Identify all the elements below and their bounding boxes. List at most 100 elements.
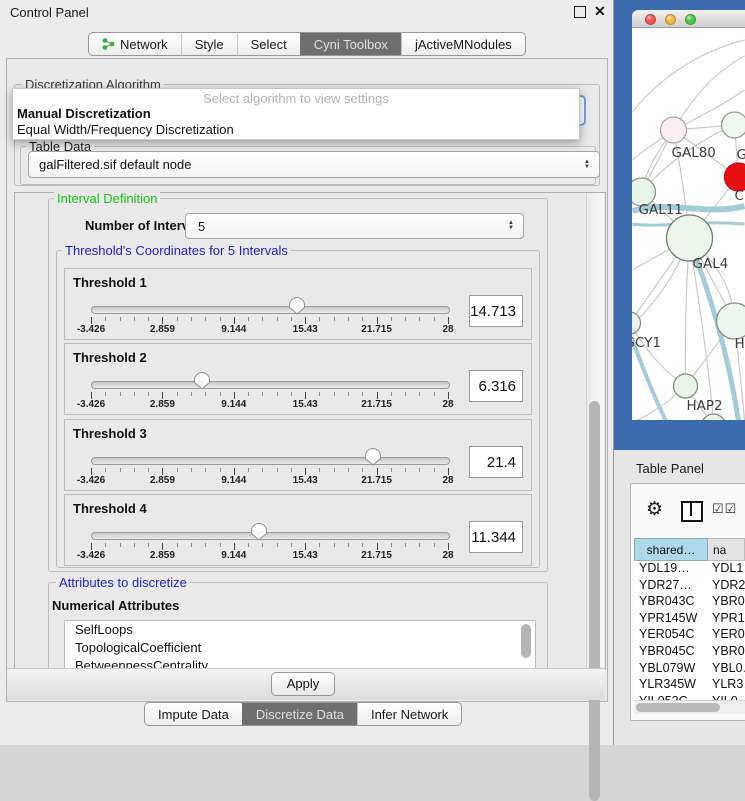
tab-style[interactable]: Style [181,32,237,56]
bottom-tab-bar: Impute Data Discretize Data Infer Network [144,702,462,726]
table-row[interactable]: YER054CYER0… [634,627,745,644]
dropdown-option-equal-width[interactable]: Equal Width/Frequency Discretization [17,122,234,137]
network-node[interactable] [717,303,745,339]
panel-title: Control Panel [10,5,89,20]
slider-tick-label: 28 [442,475,453,486]
mac-close-button[interactable] [645,14,656,25]
algorithm-dropdown-popup: Select algorithm to view settings Manual… [12,88,580,140]
gear-icon[interactable]: ⚙ [646,498,663,521]
table-panel-title: Table Panel [636,461,704,476]
tab-cyni-toolbox[interactable]: Cyni Toolbox [300,32,401,56]
table-data-combobox[interactable]: galFiltered.sif default node ▲▼ [28,151,600,178]
slider-minor-tick [405,317,406,321]
slider-minor-tick [262,468,263,472]
slider-track[interactable] [91,381,450,389]
slider-track[interactable] [91,457,450,465]
slider-minor-tick [334,543,335,547]
table-row[interactable]: YDR27…YDR2… [634,578,745,595]
numerical-attributes-list[interactable]: SelfLoopsTopologicalCoefficientBetweenne… [64,620,536,669]
columns-icon[interactable] [681,501,703,522]
combo-arrows-icon: ▲▼ [584,160,590,170]
tab-network[interactable]: Network [88,32,181,56]
algorithm-placeholder: Select algorithm to view settings [13,91,579,106]
cell-name: YDR2… [708,578,745,595]
network-node[interactable] [674,374,698,398]
slider-minor-tick [262,317,263,321]
mac-zoom-button[interactable] [685,14,696,25]
control-panel: Control Panel ✕ NetworkStyleSelect Cyni T… [0,0,614,745]
checkboxes-icon[interactable]: ☑☑ [712,501,737,517]
vertical-scrollbar[interactable] [586,193,604,667]
apply-button[interactable]: Apply [271,672,335,696]
network-node[interactable] [632,312,641,334]
slider-minor-tick [391,317,392,321]
slider-minor-tick [191,468,192,472]
slider-major-tick [377,317,378,324]
float-icon[interactable] [574,6,586,18]
number-of-intervals-value: 5 [198,219,205,234]
network-node[interactable] [661,117,687,143]
table-row[interactable]: YBR045CYBR0… [634,644,745,661]
cell-shared-name: YER054C [634,627,708,644]
tab-label: Discretize Data [256,707,344,722]
attribute-list-item[interactable]: TopologicalCoefficient [65,639,535,657]
column-header-shared-name[interactable]: shared… [634,538,708,561]
slider-tick-label: 21.715 [361,324,392,335]
slider-thumb[interactable] [288,297,306,315]
table-row[interactable]: YBL079WYBL0… [634,661,745,678]
slider-thumb[interactable] [250,523,268,541]
cell-shared-name: YBR043C [634,594,708,611]
node-table-body[interactable]: YDL19…YDL1…YDR27…YDR2…YBR043CYBR0…YPR145… [634,561,745,700]
table-row[interactable]: YBR043CYBR0… [634,594,745,611]
slider-thumb[interactable] [364,448,382,466]
vertical-scrollbar-thumb[interactable] [589,401,600,801]
column-header-name[interactable]: na [708,538,745,561]
network-node[interactable] [725,163,745,191]
slider-tick-label: -3.426 [77,324,105,335]
network-view-canvas[interactable]: GAL80GAGAL11CGAL4GCY1HHAP2 [632,28,745,420]
slider-minor-tick [134,317,135,321]
table-row[interactable]: YDL19…YDL1… [634,561,745,578]
network-graph: GAL80GAGAL11CGAL4GCY1HHAP2 [632,28,745,420]
cell-shared-name: YDR27… [634,578,708,595]
network-node-label: H [735,336,745,352]
mac-minimize-button[interactable] [665,14,676,25]
horizontal-scrollbar-thumb[interactable] [636,703,720,712]
table-row[interactable]: YPR145WYPR1… [634,611,745,628]
tab-select[interactable]: Select [237,32,300,56]
cell-name: YDL1… [708,561,745,578]
slider-minor-tick [220,317,221,321]
slider-minor-tick [362,468,363,472]
network-window-titlebar[interactable] [632,10,745,28]
number-of-intervals-spinner[interactable]: 5 ▲▼ [185,213,524,239]
bottom-tab-discretize-data[interactable]: Discretize Data [242,702,357,726]
table-row[interactable]: YLR345WYLR3… [634,677,745,694]
dropdown-option-manual[interactable]: Manual Discretization [17,106,151,121]
slider-tick-label: 2.859 [150,324,175,335]
tab-label: jActiveMNodules [415,37,512,52]
network-node[interactable] [722,112,745,138]
slider-minor-tick [177,392,178,396]
threshold-value-field[interactable]: 21.4 [469,446,523,478]
slider-minor-tick [391,392,392,396]
slider-track[interactable] [91,532,450,540]
horizontal-scrollbar[interactable] [634,700,745,714]
slider-major-tick [234,392,235,399]
network-node[interactable] [667,215,713,261]
threshold-value-field[interactable]: 11.344 [469,521,523,553]
tab-label: Cyni Toolbox [314,37,388,52]
attributes-scrollbar-thumb[interactable] [521,624,531,658]
threshold-value-field[interactable]: 6.316 [469,370,523,402]
slider-major-tick [162,392,163,399]
bottom-tab-infer-network[interactable]: Infer Network [357,702,462,726]
tab-jactivemnodules[interactable]: jActiveMNodules [401,32,526,56]
attribute-list-item[interactable]: SelfLoops [65,621,535,639]
slider-thumb[interactable] [193,372,211,390]
close-icon[interactable]: ✕ [594,3,606,20]
slider-minor-tick [148,317,149,321]
threshold-value-field[interactable]: 14.713 [469,295,523,327]
bottom-tab-impute-data[interactable]: Impute Data [144,702,242,726]
slider-track[interactable] [91,306,450,314]
slider-minor-tick [319,468,320,472]
slider-minor-tick [191,392,192,396]
